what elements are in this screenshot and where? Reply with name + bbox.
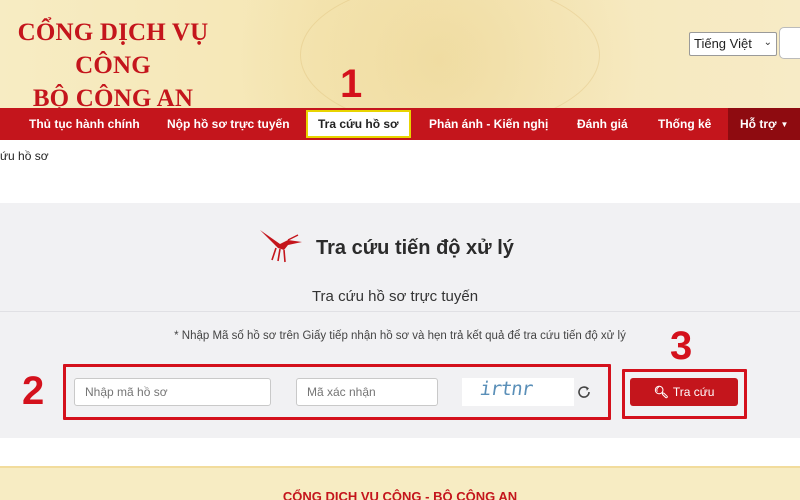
- case-code-input[interactable]: [74, 378, 271, 406]
- main-nav: Thủ tục hành chính Nộp hồ sơ trực tuyến …: [0, 108, 800, 140]
- language-select[interactable]: Tiếng Việt ⌄: [689, 32, 777, 56]
- nav-item-rating[interactable]: Đánh giá: [577, 108, 628, 140]
- chevron-down-icon: ⌄: [763, 37, 772, 48]
- refresh-icon[interactable]: [576, 384, 592, 400]
- panel-divider: [0, 311, 800, 312]
- annotation-step-1: 1: [340, 62, 363, 106]
- footer-title: CỔNG DỊCH VỤ CÔNG - BỘ CÔNG AN: [282, 489, 518, 500]
- nav-item-administrative-procedures[interactable]: Thủ tục hành chính: [29, 108, 140, 140]
- search-button[interactable]: 🔍︎ Tra cứu: [630, 378, 738, 406]
- stork-logo-icon: [260, 230, 302, 263]
- captcha-image: irtnr: [462, 378, 574, 406]
- header-account-box[interactable]: [779, 27, 800, 59]
- nav-item-statistics[interactable]: Thống kê: [658, 108, 711, 140]
- nav-item-lookup[interactable]: Tra cứu hồ sơ: [306, 110, 411, 138]
- nav-item-support-label: Hỗ trợ: [740, 117, 777, 131]
- site-footer: CỔNG DỊCH VỤ CÔNG - BỘ CÔNG AN: [0, 466, 800, 500]
- language-select-value: Tiếng Việt: [694, 36, 752, 51]
- lookup-title: Tra cứu tiến độ xử lý: [316, 237, 514, 259]
- site-title[interactable]: CỔNG DỊCH VỤ CÔNG BỘ CÔNG AN: [0, 16, 226, 108]
- site-title-line1: CỔNG DỊCH VỤ CÔNG: [17, 19, 209, 79]
- site-header: CỔNG DỊCH VỤ CÔNG BỘ CÔNG AN Tiếng Việt …: [0, 0, 800, 108]
- caret-down-icon: ▼: [780, 119, 789, 129]
- nav-item-submit-online[interactable]: Nộp hồ sơ trực tuyến: [167, 108, 290, 140]
- nav-item-support[interactable]: Hỗ trợ ▼: [728, 108, 800, 140]
- search-button-label: Tra cứu: [672, 385, 715, 399]
- captcha-text: irtnr: [478, 378, 534, 400]
- annotation-step-2: 2: [22, 369, 45, 413]
- annotation-step-3: 3: [670, 324, 693, 368]
- site-title-line2: BỘ CÔNG AN: [32, 85, 194, 108]
- search-icon: 🔍︎: [653, 385, 669, 399]
- lookup-subtitle: Tra cứu hồ sơ trực tuyến: [311, 288, 479, 305]
- nav-item-feedback[interactable]: Phản ánh - Kiến nghị: [429, 108, 548, 140]
- breadcrumb: ứu hồ sơ: [0, 149, 49, 163]
- captcha-input[interactable]: [296, 378, 438, 406]
